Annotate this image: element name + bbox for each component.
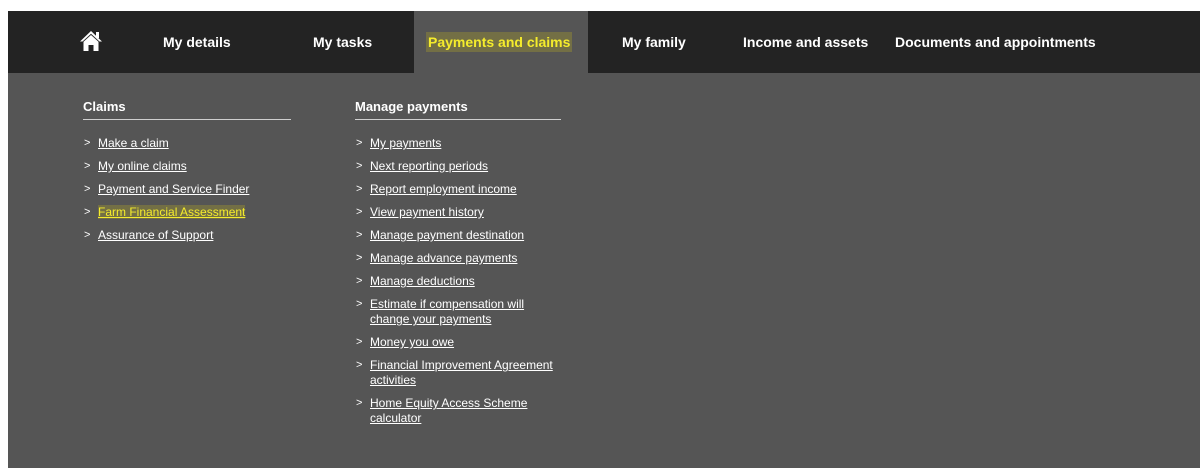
nav-my-tasks[interactable]: My tasks <box>313 11 372 73</box>
chevron-right-icon: > <box>356 359 363 371</box>
list-item: > Estimate if compensation will change y… <box>355 297 580 327</box>
nav-income-and-assets[interactable]: Income and assets <box>743 11 868 73</box>
claims-heading: Claims <box>83 99 291 120</box>
farm-financial-assessment-link[interactable]: Farm Financial Assessment <box>98 205 246 219</box>
list-item: > Payment and Service Finder <box>83 182 291 197</box>
app-frame: My details My tasks Payments and claims … <box>8 11 1200 468</box>
nav-documents-and-appointments[interactable]: Documents and appointments <box>895 11 1096 73</box>
manage-payments-column: Manage payments > My payments > Next rep… <box>355 99 561 434</box>
claims-column: Claims > Make a claim > My online claims… <box>83 99 291 251</box>
chevron-right-icon: > <box>356 137 363 149</box>
my-online-claims-link[interactable]: My online claims <box>98 159 187 173</box>
nav-payments-and-claims[interactable]: Payments and claims <box>414 11 588 73</box>
financial-improvement-agreement-link[interactable]: Financial Improvement Agreement activiti… <box>370 358 553 387</box>
list-item: > View payment history <box>355 205 580 220</box>
chevron-right-icon: > <box>84 137 91 149</box>
chevron-right-icon: > <box>84 206 91 218</box>
home-equity-access-scheme-link[interactable]: Home Equity Access Scheme calculator <box>370 396 527 425</box>
chevron-right-icon: > <box>356 275 363 287</box>
chevron-right-icon: > <box>84 229 91 241</box>
manage-payments-link-list: > My payments > Next reporting periods >… <box>355 136 580 426</box>
nav-my-family[interactable]: My family <box>622 11 686 73</box>
payment-and-service-finder-link[interactable]: Payment and Service Finder <box>98 182 249 196</box>
report-employment-income-link[interactable]: Report employment income <box>370 182 517 196</box>
list-item: > Manage deductions <box>355 274 580 289</box>
chevron-right-icon: > <box>356 229 363 241</box>
list-item: > Make a claim <box>83 136 291 151</box>
estimate-compensation-link[interactable]: Estimate if compensation will change you… <box>370 297 524 326</box>
chevron-right-icon: > <box>356 298 363 310</box>
claims-link-list: > Make a claim > My online claims > Paym… <box>83 136 291 243</box>
money-you-owe-link[interactable]: Money you owe <box>370 335 454 349</box>
nav-payments-and-claims-label: Payments and claims <box>426 32 573 52</box>
chevron-right-icon: > <box>356 336 363 348</box>
list-item: > Assurance of Support <box>83 228 291 243</box>
chevron-right-icon: > <box>356 206 363 218</box>
nav-my-details[interactable]: My details <box>163 11 231 73</box>
manage-payments-heading: Manage payments <box>355 99 561 120</box>
home-icon[interactable] <box>79 29 103 53</box>
chevron-right-icon: > <box>84 183 91 195</box>
list-item: > My payments <box>355 136 580 151</box>
top-navigation: My details My tasks Payments and claims … <box>8 11 1200 73</box>
chevron-right-icon: > <box>356 160 363 172</box>
list-item: > Manage payment destination <box>355 228 580 243</box>
list-item: > Money you owe <box>355 335 580 350</box>
next-reporting-periods-link[interactable]: Next reporting periods <box>370 159 488 173</box>
manage-advance-payments-link[interactable]: Manage advance payments <box>370 251 517 265</box>
manage-payment-destination-link[interactable]: Manage payment destination <box>370 228 524 242</box>
chevron-right-icon: > <box>356 252 363 264</box>
list-item: > Home Equity Access Scheme calculator <box>355 396 580 426</box>
make-a-claim-link[interactable]: Make a claim <box>98 136 169 150</box>
home-icon-graphic <box>80 31 102 51</box>
list-item: > Next reporting periods <box>355 159 580 174</box>
list-item: > My online claims <box>83 159 291 174</box>
list-item: > Financial Improvement Agreement activi… <box>355 358 580 388</box>
list-item: > Farm Financial Assessment <box>83 205 291 220</box>
chevron-right-icon: > <box>84 160 91 172</box>
manage-deductions-link[interactable]: Manage deductions <box>370 274 475 288</box>
chevron-right-icon: > <box>356 183 363 195</box>
my-payments-link[interactable]: My payments <box>370 136 441 150</box>
view-payment-history-link[interactable]: View payment history <box>370 205 484 219</box>
chevron-right-icon: > <box>356 397 363 409</box>
list-item: > Report employment income <box>355 182 580 197</box>
assurance-of-support-link[interactable]: Assurance of Support <box>98 228 213 242</box>
list-item: > Manage advance payments <box>355 251 580 266</box>
